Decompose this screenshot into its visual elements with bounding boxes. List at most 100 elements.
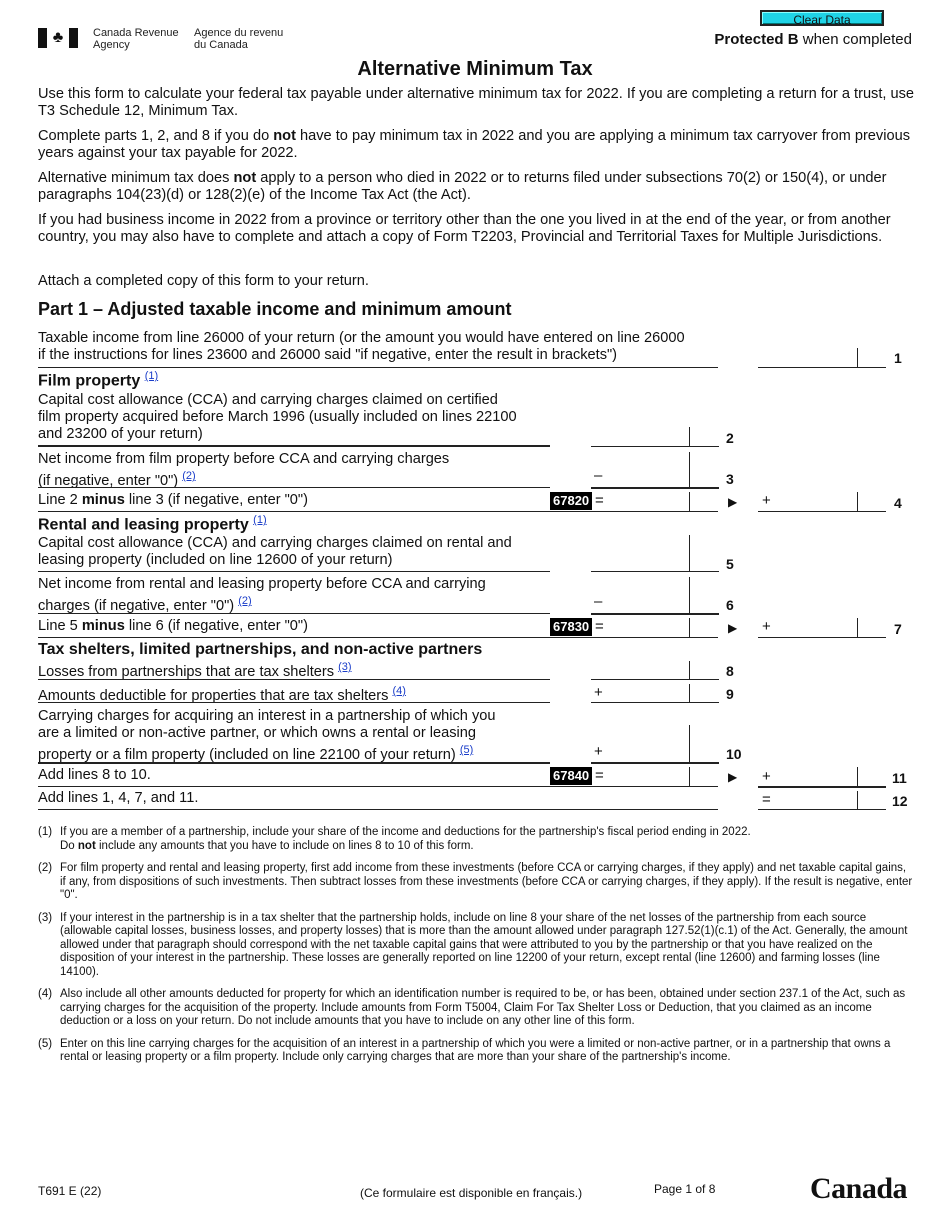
line6-label: Net income from rental and leasing prope…	[38, 576, 486, 615]
intro-paragraph-3: Alternative minimum tax does not apply t…	[38, 170, 918, 204]
field-underline	[591, 613, 719, 615]
intro-paragraph-1: Use this form to calculate your federal …	[38, 86, 915, 119]
line11-label: Add lines 8 to 10.	[38, 767, 151, 783]
line10-input[interactable]	[608, 744, 692, 764]
agency-en-line1: Canada Revenue	[93, 27, 179, 39]
plus-operator: +	[762, 768, 771, 785]
cents-divider	[857, 767, 858, 786]
agency-name-fr: Agence du revenu du Canada	[194, 27, 283, 51]
equals-operator: =	[762, 791, 771, 808]
line4-input[interactable]	[776, 493, 860, 513]
film-property-heading: Film property (1)	[38, 370, 158, 390]
cents-divider	[689, 535, 690, 571]
heading-text: Film property	[38, 372, 141, 390]
line7-input[interactable]	[776, 619, 860, 639]
agency-fr-line2: du Canada	[194, 39, 248, 51]
field-underline	[591, 702, 719, 703]
line11-subtotal-input[interactable]	[608, 768, 692, 788]
footnote-link[interactable]: (4)	[393, 685, 406, 697]
text: Alternative minimum tax does	[38, 170, 234, 186]
equals-operator: =	[595, 767, 604, 784]
line7-subtotal-input[interactable]	[608, 619, 692, 639]
footnote-text: If you are a member of a partnership, in…	[60, 826, 751, 838]
clear-data-button[interactable]: Clear Data	[760, 10, 884, 27]
footnote-link[interactable]: (2)	[182, 470, 195, 482]
line8-label: Losses from partnerships that are tax sh…	[38, 659, 352, 681]
field-underline	[591, 679, 719, 680]
form-id: T691 E (22)	[38, 1184, 102, 1198]
equals-operator: =	[595, 492, 604, 509]
footnote-number: (2)	[38, 862, 53, 874]
line-number: 11	[892, 770, 907, 786]
line6-text-1: Net income from rental and leasing prope…	[38, 576, 486, 592]
page-number: Page 1 of 8	[654, 1182, 716, 1196]
line2-text-3: and 23200 of your return)	[38, 426, 203, 442]
divider	[38, 809, 718, 810]
bold-text: minus	[81, 618, 125, 634]
field-underline	[758, 809, 886, 810]
text: Losses from partnerships that are tax sh…	[38, 663, 339, 680]
divider	[38, 445, 550, 447]
part1-title: Part 1 – Adjusted taxable income and min…	[38, 299, 512, 319]
line7-label: Line 5 minus line 6 (if negative, enter …	[38, 618, 308, 635]
text: line 3 (if negative, enter "0")	[124, 492, 308, 508]
divider	[38, 613, 550, 614]
line10-text-2: are a limited or non-active partner, or …	[38, 725, 477, 741]
line1-text-2: if the instructions for lines 23600 and …	[38, 347, 618, 363]
divider	[38, 571, 550, 572]
line-number: 4	[894, 495, 902, 511]
text: Line 5	[38, 618, 82, 634]
agency-name-en: Canada Revenue Agency	[93, 27, 179, 51]
footnote-link[interactable]: (1)	[253, 514, 266, 526]
line-code-67840: 67840	[550, 767, 593, 785]
field-underline	[591, 762, 719, 764]
line2-input[interactable]	[592, 427, 692, 447]
line3-input[interactable]	[608, 468, 692, 488]
line2-text-2: film property acquired before March 1996…	[38, 409, 517, 425]
page-title: Alternative Minimum Tax	[357, 58, 593, 80]
footnote-link[interactable]: (3)	[338, 661, 351, 673]
minus-operator: –	[594, 467, 603, 484]
footnote-number: (5)	[38, 1037, 53, 1050]
line4-subtotal-input[interactable]	[608, 493, 692, 513]
footnote-2: (2) For film property and rental and lea…	[38, 862, 913, 903]
line1-input[interactable]	[760, 348, 860, 368]
footnote-text: Do not include any amounts that you have…	[60, 840, 913, 854]
line-number: 9	[726, 686, 734, 702]
line6-input[interactable]	[608, 594, 692, 614]
footnote-link[interactable]: (5)	[460, 744, 473, 756]
line9-input[interactable]	[608, 684, 692, 704]
plus-operator: +	[762, 492, 771, 509]
text: Line 2	[38, 492, 82, 508]
line8-input[interactable]	[592, 661, 692, 681]
footnote-text: For film property and rental and leasing…	[60, 862, 913, 901]
line3-text-1: Net income from film property before CCA…	[38, 451, 450, 467]
line-number: 2	[726, 430, 734, 446]
divider	[38, 762, 550, 764]
cents-divider	[689, 725, 690, 762]
field-underline	[591, 571, 719, 572]
line-number: 3	[726, 471, 734, 487]
footnote-1: (1) If you are a member of a partnership…	[38, 826, 913, 853]
divider	[38, 637, 718, 638]
intro-paragraph-2: Complete parts 1, 2, and 8 if you do not…	[38, 128, 918, 162]
flag-bar-left	[38, 28, 47, 48]
line-code-67830: 67830	[550, 618, 593, 636]
line-number: 12	[892, 793, 908, 809]
line11-input[interactable]	[776, 768, 860, 788]
footnote-link[interactable]: (1)	[145, 370, 158, 382]
footnote-3: (3) If your interest in the partnership …	[38, 912, 913, 980]
line5-text-2: leasing property (included on line 12600…	[38, 552, 393, 568]
line-number: 10	[726, 746, 742, 762]
divider	[38, 786, 718, 787]
footnote-link[interactable]: (2)	[238, 595, 251, 607]
footnote-5: (5) Enter on this line carrying charges …	[38, 1038, 913, 1065]
equals-operator: =	[595, 618, 604, 635]
line12-input[interactable]	[776, 791, 860, 811]
line5-input[interactable]	[592, 552, 692, 572]
line4-label: Line 2 minus line 3 (if negative, enter …	[38, 492, 308, 509]
cents-divider	[857, 348, 858, 367]
footnote-text: Enter on this line carrying charges for …	[60, 1037, 891, 1064]
line-number: 7	[894, 621, 902, 637]
bold-text: not	[233, 170, 257, 186]
